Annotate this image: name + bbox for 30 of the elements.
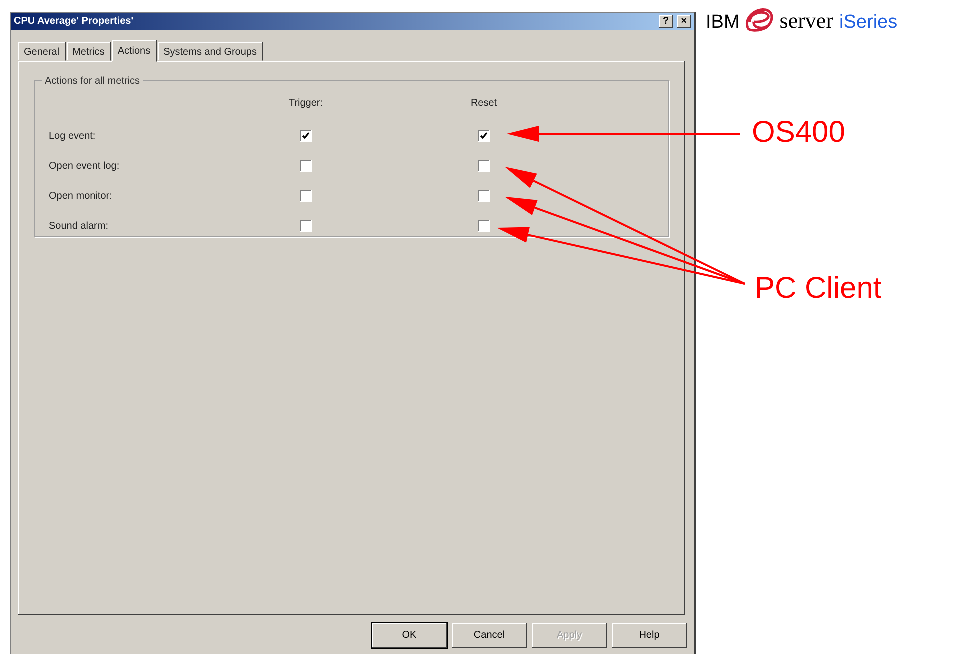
tab[interactable]: Systems and Groups xyxy=(158,42,263,61)
checkbox[interactable] xyxy=(300,130,312,142)
logo-text: iSeries xyxy=(840,13,898,32)
column-header: Reset xyxy=(470,97,498,111)
dialog-button[interactable]: Cancel xyxy=(452,623,527,648)
column-header: Trigger: xyxy=(288,97,324,111)
dialog-button[interactable]: OK xyxy=(372,623,447,648)
checkbox[interactable] xyxy=(478,190,490,202)
checkbox[interactable] xyxy=(478,130,490,142)
dialog-button[interactable]: Help xyxy=(612,623,687,648)
tab[interactable]: Metrics xyxy=(66,42,111,61)
annotation-label: OS400 xyxy=(752,118,846,148)
tab[interactable]: Actions xyxy=(112,40,157,62)
checkbox[interactable] xyxy=(300,220,312,232)
checkbox[interactable] xyxy=(300,190,312,202)
window-title: CPU Average' Properties' xyxy=(14,15,134,29)
checkbox-label: Open monitor: xyxy=(49,190,114,204)
help-button[interactable]: ? xyxy=(659,15,673,28)
checkbox[interactable] xyxy=(300,160,312,172)
e-logo-icon xyxy=(744,8,776,32)
close-button[interactable]: × xyxy=(677,15,691,28)
checkbox-label: Open event log: xyxy=(49,160,121,174)
logo-text: server xyxy=(780,10,834,32)
logo-text: IBM xyxy=(706,13,740,32)
checkbox[interactable] xyxy=(478,160,490,172)
checkbox-label: Log event: xyxy=(49,130,97,144)
checkbox[interactable] xyxy=(478,220,490,232)
annotation-label: PC Client xyxy=(755,274,882,304)
checkbox-label: Sound alarm: xyxy=(49,220,110,234)
tab[interactable]: General xyxy=(18,42,66,61)
